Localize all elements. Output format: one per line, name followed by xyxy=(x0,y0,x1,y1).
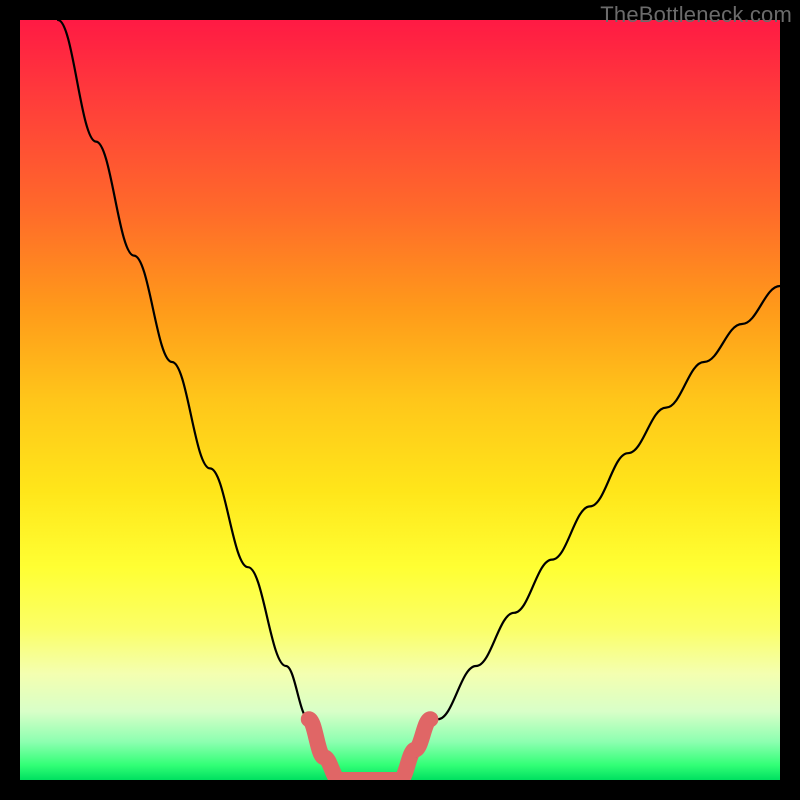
series-right-curve xyxy=(400,286,780,780)
series-left-curve xyxy=(58,20,339,780)
watermark-text: TheBottleneck.com xyxy=(600,2,792,28)
chart-frame: TheBottleneck.com xyxy=(0,0,800,800)
curve-layer xyxy=(20,20,780,780)
plot-area xyxy=(20,20,780,780)
series-valley-bridge xyxy=(309,719,431,780)
